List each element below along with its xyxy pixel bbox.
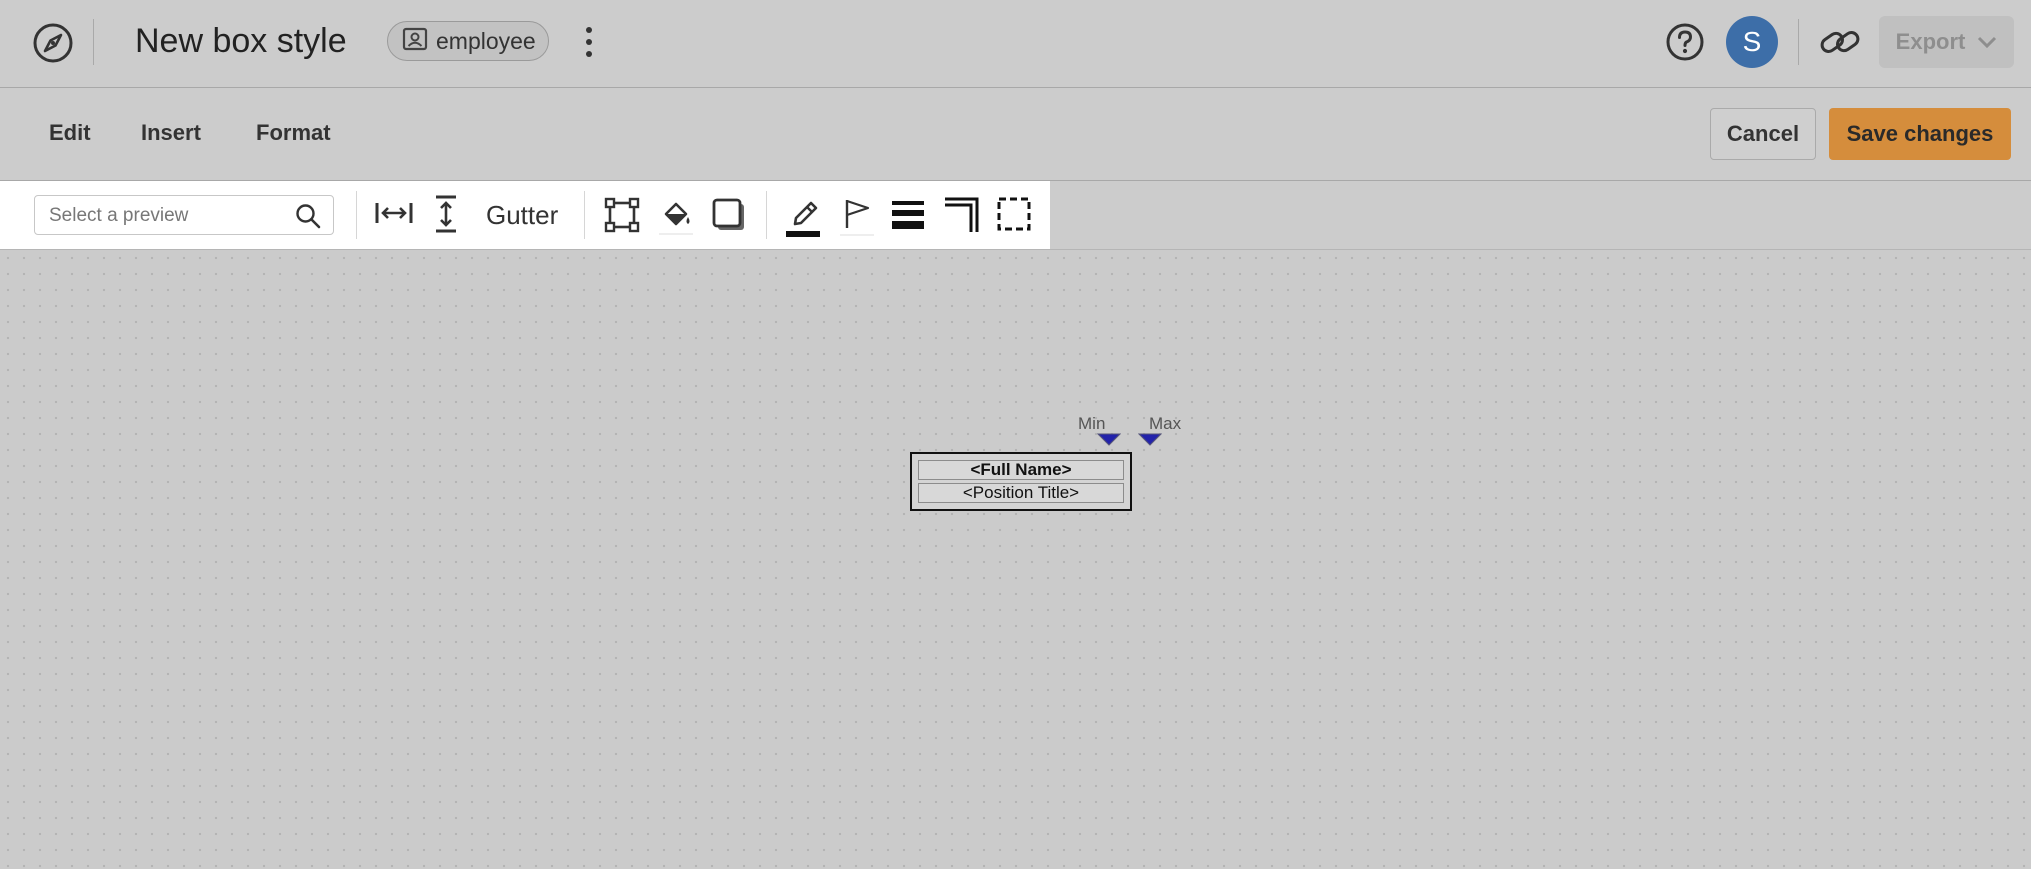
- max-marker-handle[interactable]: [1138, 433, 1162, 447]
- design-canvas[interactable]: [0, 250, 2031, 869]
- menu-insert[interactable]: Insert: [141, 120, 201, 146]
- compass-icon[interactable]: [32, 22, 74, 64]
- divider: [1798, 19, 1799, 65]
- link-icon[interactable]: [1818, 22, 1862, 62]
- preview-search-input[interactable]: [47, 202, 291, 230]
- toolbar-divider: [584, 191, 585, 239]
- dashed-border-icon[interactable]: [996, 196, 1032, 232]
- divider: [93, 19, 94, 65]
- border-color-icon[interactable]: [784, 194, 822, 238]
- menu-format[interactable]: Format: [256, 120, 331, 146]
- cancel-button[interactable]: Cancel: [1710, 108, 1816, 160]
- fill-color-icon[interactable]: [656, 196, 696, 236]
- height-icon[interactable]: [429, 194, 463, 234]
- org-chart-box[interactable]: <Full Name> <Position Title>: [910, 452, 1132, 511]
- page-title: New box style: [135, 22, 347, 60]
- more-vertical-icon[interactable]: [578, 26, 600, 58]
- shadow-icon[interactable]: [710, 196, 748, 234]
- person-card-icon: [402, 27, 428, 56]
- export-button[interactable]: Export: [1879, 16, 2014, 68]
- toolbar-divider: [356, 191, 357, 239]
- flag-icon[interactable]: [838, 194, 876, 238]
- min-marker-handle[interactable]: [1097, 433, 1121, 447]
- save-changes-button[interactable]: Save changes: [1829, 108, 2011, 160]
- full-name-field[interactable]: <Full Name>: [918, 460, 1124, 480]
- position-title-field[interactable]: <Position Title>: [918, 483, 1124, 503]
- search-icon[interactable]: [295, 203, 321, 234]
- corner-style-icon[interactable]: [943, 196, 981, 234]
- preview-search[interactable]: [34, 195, 334, 235]
- gutter-button[interactable]: Gutter: [486, 200, 558, 231]
- data-type-chip[interactable]: employee: [387, 21, 549, 61]
- help-icon[interactable]: [1665, 22, 1705, 62]
- min-marker-label: Min: [1078, 414, 1106, 433]
- menu-edit[interactable]: Edit: [49, 120, 91, 146]
- width-icon[interactable]: [374, 196, 414, 230]
- toolbar-divider: [766, 191, 767, 239]
- border-weight-icon[interactable]: [890, 198, 926, 232]
- avatar[interactable]: S: [1726, 16, 1778, 68]
- export-label: Export: [1895, 29, 1966, 54]
- chevron-down-icon: [1977, 29, 1997, 55]
- chip-label: employee: [436, 27, 536, 54]
- max-marker-label: Max: [1149, 414, 1182, 433]
- box-shape-icon[interactable]: [604, 197, 640, 233]
